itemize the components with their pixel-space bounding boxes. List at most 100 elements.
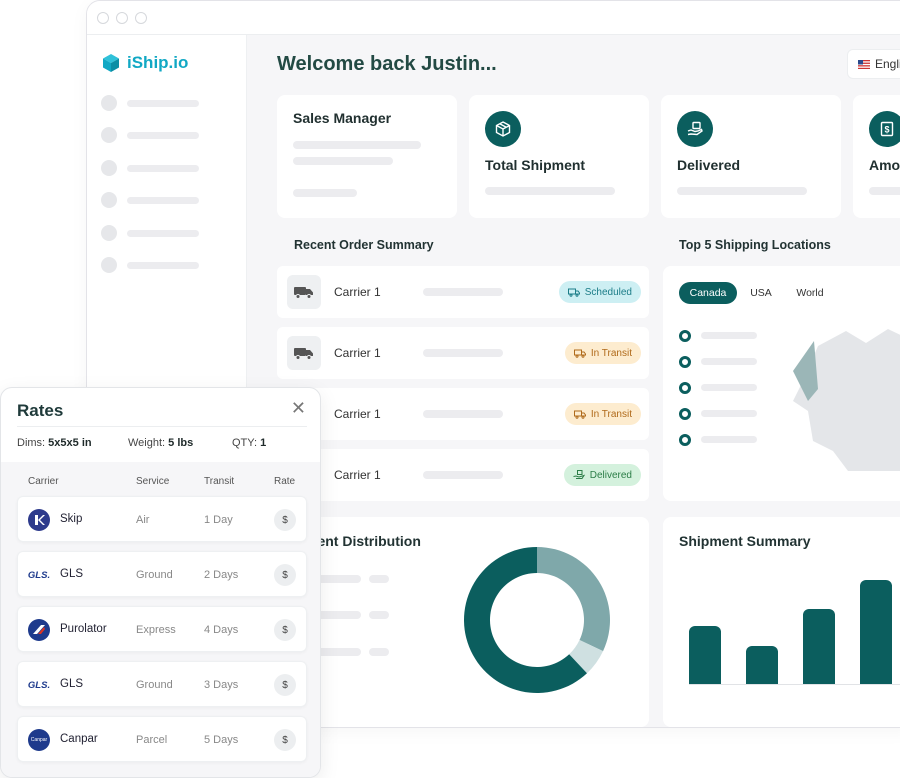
- carrier-name: GLS: [60, 678, 84, 690]
- gls-logo-icon: GLS.: [28, 564, 50, 586]
- order-row[interactable]: Carrier 1 Delivered: [277, 449, 649, 501]
- sidebar-item-6[interactable]: [101, 257, 199, 273]
- carrier-name: Carrier 1: [334, 285, 381, 299]
- rate-button[interactable]: $: [274, 619, 296, 641]
- rate-row-skip[interactable]: Skip Air 1 Day $: [17, 496, 307, 542]
- tab-usa[interactable]: USA: [739, 282, 783, 304]
- tab-canada[interactable]: Canada: [679, 282, 737, 304]
- close-icon[interactable]: ✕: [291, 398, 306, 419]
- rate-button[interactable]: $: [274, 509, 296, 531]
- rates-table: Carrier Service Transit Rate Skip Air 1 …: [1, 462, 320, 777]
- hand-package-icon: [677, 111, 713, 147]
- delivered-card: Delivered: [661, 95, 841, 218]
- nav-icon: [101, 225, 117, 241]
- carrier-name: Carrier 1: [334, 407, 381, 421]
- qty-label: QTY:: [232, 437, 258, 449]
- chart-bar: [746, 646, 778, 684]
- title-bar: [87, 1, 900, 35]
- gls-logo-text: GLS.: [27, 679, 51, 691]
- transit-time: 4 Days: [204, 624, 239, 636]
- order-row[interactable]: Carrier 1 In Transit: [277, 327, 649, 379]
- sidebar-item-2[interactable]: [101, 127, 199, 143]
- carrier-name: Canpar: [60, 733, 98, 745]
- language-label: Engli: [875, 57, 900, 71]
- shipment-bar-chart: [689, 580, 900, 685]
- location-marker-icon: [679, 330, 691, 342]
- window-close-dot[interactable]: [97, 12, 109, 24]
- service-name: Parcel: [136, 734, 168, 746]
- cube-icon: [103, 54, 119, 72]
- nav-icon: [101, 127, 117, 143]
- chart-bar: [860, 580, 892, 684]
- carrier-name: Skip: [60, 513, 83, 525]
- canpar-logo-text: Canpar: [28, 729, 50, 751]
- sidebar-item-5[interactable]: [101, 225, 199, 241]
- hand-package-icon: [573, 470, 585, 479]
- window-minimize-dot[interactable]: [116, 12, 128, 24]
- rate-row-canpar[interactable]: Canpar Canpar Parcel 5 Days $: [17, 716, 307, 762]
- window-maximize-dot[interactable]: [135, 12, 147, 24]
- carrier-name: Carrier 1: [334, 468, 381, 482]
- column-header-service: Service: [136, 476, 170, 487]
- svg-text:$: $: [884, 125, 889, 135]
- nav-label-placeholder: [127, 164, 199, 172]
- placeholder-bar: [869, 187, 900, 195]
- sidebar-item-1[interactable]: [101, 95, 199, 111]
- total-shipment-title: Total Shipment: [485, 157, 586, 173]
- status-label: Scheduled: [584, 286, 632, 298]
- page-title: Welcome back Justin...: [277, 53, 497, 75]
- nav-label-placeholder: [127, 229, 199, 237]
- service-name: Air: [136, 514, 150, 526]
- rate-button[interactable]: $: [274, 729, 296, 751]
- status-badge: Scheduled: [558, 281, 641, 303]
- placeholder-bar: [423, 410, 503, 418]
- nav-icon: [101, 95, 117, 111]
- rate-button[interactable]: $: [274, 674, 296, 696]
- truck-icon: [573, 410, 586, 419]
- rate-button[interactable]: $: [274, 564, 296, 586]
- chart-bar: [803, 609, 835, 684]
- dims-value: 5x5x5 in: [48, 437, 92, 449]
- rates-title: Rates: [17, 401, 64, 420]
- transit-time: 3 Days: [204, 679, 239, 691]
- sidebar-item-4[interactable]: [101, 192, 199, 208]
- rate-row-gls[interactable]: GLS. GLS Ground 3 Days $: [17, 661, 307, 707]
- transit-time: 2 Days: [204, 569, 239, 581]
- main-content: Welcome back Justin... Engli Sales Manag…: [247, 35, 900, 727]
- transit-time: 1 Day: [204, 514, 233, 526]
- delivered-title: Delivered: [677, 157, 741, 173]
- distribution-card: ment Distribution: [277, 517, 649, 727]
- order-row[interactable]: Carrier 1 In Transit: [277, 388, 649, 440]
- rate-row-purolator[interactable]: Purolator Express 4 Days $: [17, 606, 307, 652]
- sidebar-item-3[interactable]: [101, 160, 199, 176]
- placeholder-bar: [423, 471, 503, 479]
- status-label: In Transit: [590, 408, 632, 420]
- status-badge: Delivered: [563, 464, 641, 486]
- dims-info: Dims: 5x5x5 in: [17, 437, 92, 449]
- dims-label: Dims:: [17, 437, 46, 449]
- status-badge: In Transit: [564, 342, 641, 364]
- placeholder-bar: [369, 575, 389, 583]
- placeholder-bar: [293, 157, 393, 165]
- placeholder-bar: [701, 358, 757, 365]
- transit-time: 5 Days: [204, 734, 239, 746]
- nav-icon: [101, 160, 117, 176]
- column-header-carrier: Carrier: [28, 476, 59, 487]
- language-selector[interactable]: Engli: [847, 49, 900, 79]
- order-row[interactable]: Carrier 1 Scheduled: [277, 266, 649, 318]
- placeholder-bar: [701, 410, 757, 417]
- column-header-transit: Transit: [204, 476, 235, 487]
- brand-logo[interactable]: iShip.io: [101, 53, 188, 73]
- sales-manager-card: Sales Manager: [277, 95, 457, 218]
- shipment-summary-card: Shipment Summary: [663, 517, 900, 727]
- distribution-donut-chart: [463, 547, 610, 693]
- carrier-name: Purolator: [60, 623, 107, 635]
- truck-icon: [573, 349, 586, 358]
- rate-row-gls[interactable]: GLS. GLS Ground 2 Days $: [17, 551, 307, 597]
- chart-bar: [689, 626, 721, 684]
- placeholder-bar: [369, 611, 389, 619]
- distribution-title: ment Distribution: [305, 533, 421, 549]
- purolator-logo-icon: [28, 619, 50, 641]
- nav-icon: [101, 257, 117, 273]
- nav-label-placeholder: [127, 261, 199, 269]
